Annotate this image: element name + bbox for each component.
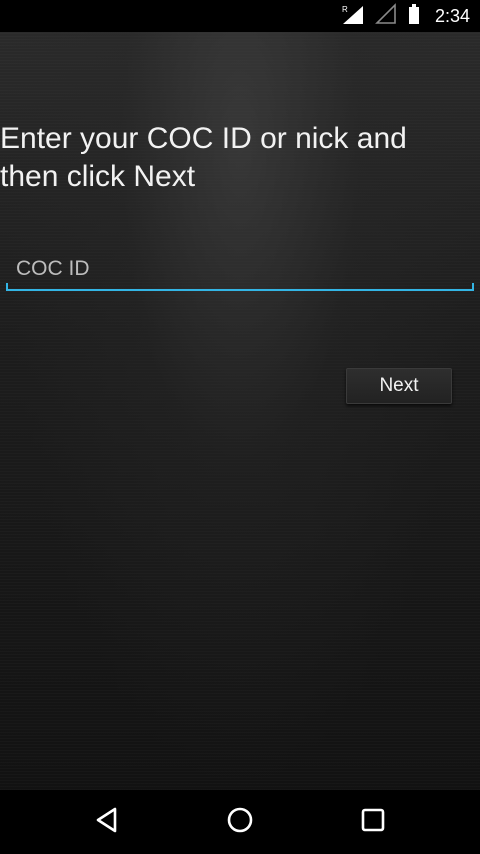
status-bar: R 2:34	[0, 0, 480, 32]
field-underline	[6, 289, 474, 291]
recents-icon	[360, 807, 386, 838]
screen: R 2:34 Enter your COC ID or nick and the…	[0, 0, 480, 854]
svg-text:R: R	[342, 5, 348, 14]
back-button[interactable]	[89, 804, 125, 840]
home-button[interactable]	[222, 804, 258, 840]
next-button[interactable]: Next	[346, 368, 452, 404]
main-content: Enter your COC ID or nick and then click…	[0, 32, 480, 790]
field-underline-right-tick	[472, 283, 474, 291]
battery-icon	[407, 3, 421, 30]
roaming-signal-icon: R	[341, 3, 365, 30]
home-icon	[225, 805, 255, 840]
instruction-text: Enter your COC ID or nick and then click…	[0, 122, 407, 193]
back-icon	[93, 806, 121, 839]
cell-signal-icon	[375, 2, 397, 30]
coc-id-input[interactable]	[6, 250, 474, 288]
status-icons: R 2:34	[341, 0, 470, 32]
status-time: 2:34	[434, 5, 470, 26]
coc-id-field	[6, 250, 474, 292]
navigation-bar	[0, 790, 480, 854]
recents-button[interactable]	[355, 804, 391, 840]
